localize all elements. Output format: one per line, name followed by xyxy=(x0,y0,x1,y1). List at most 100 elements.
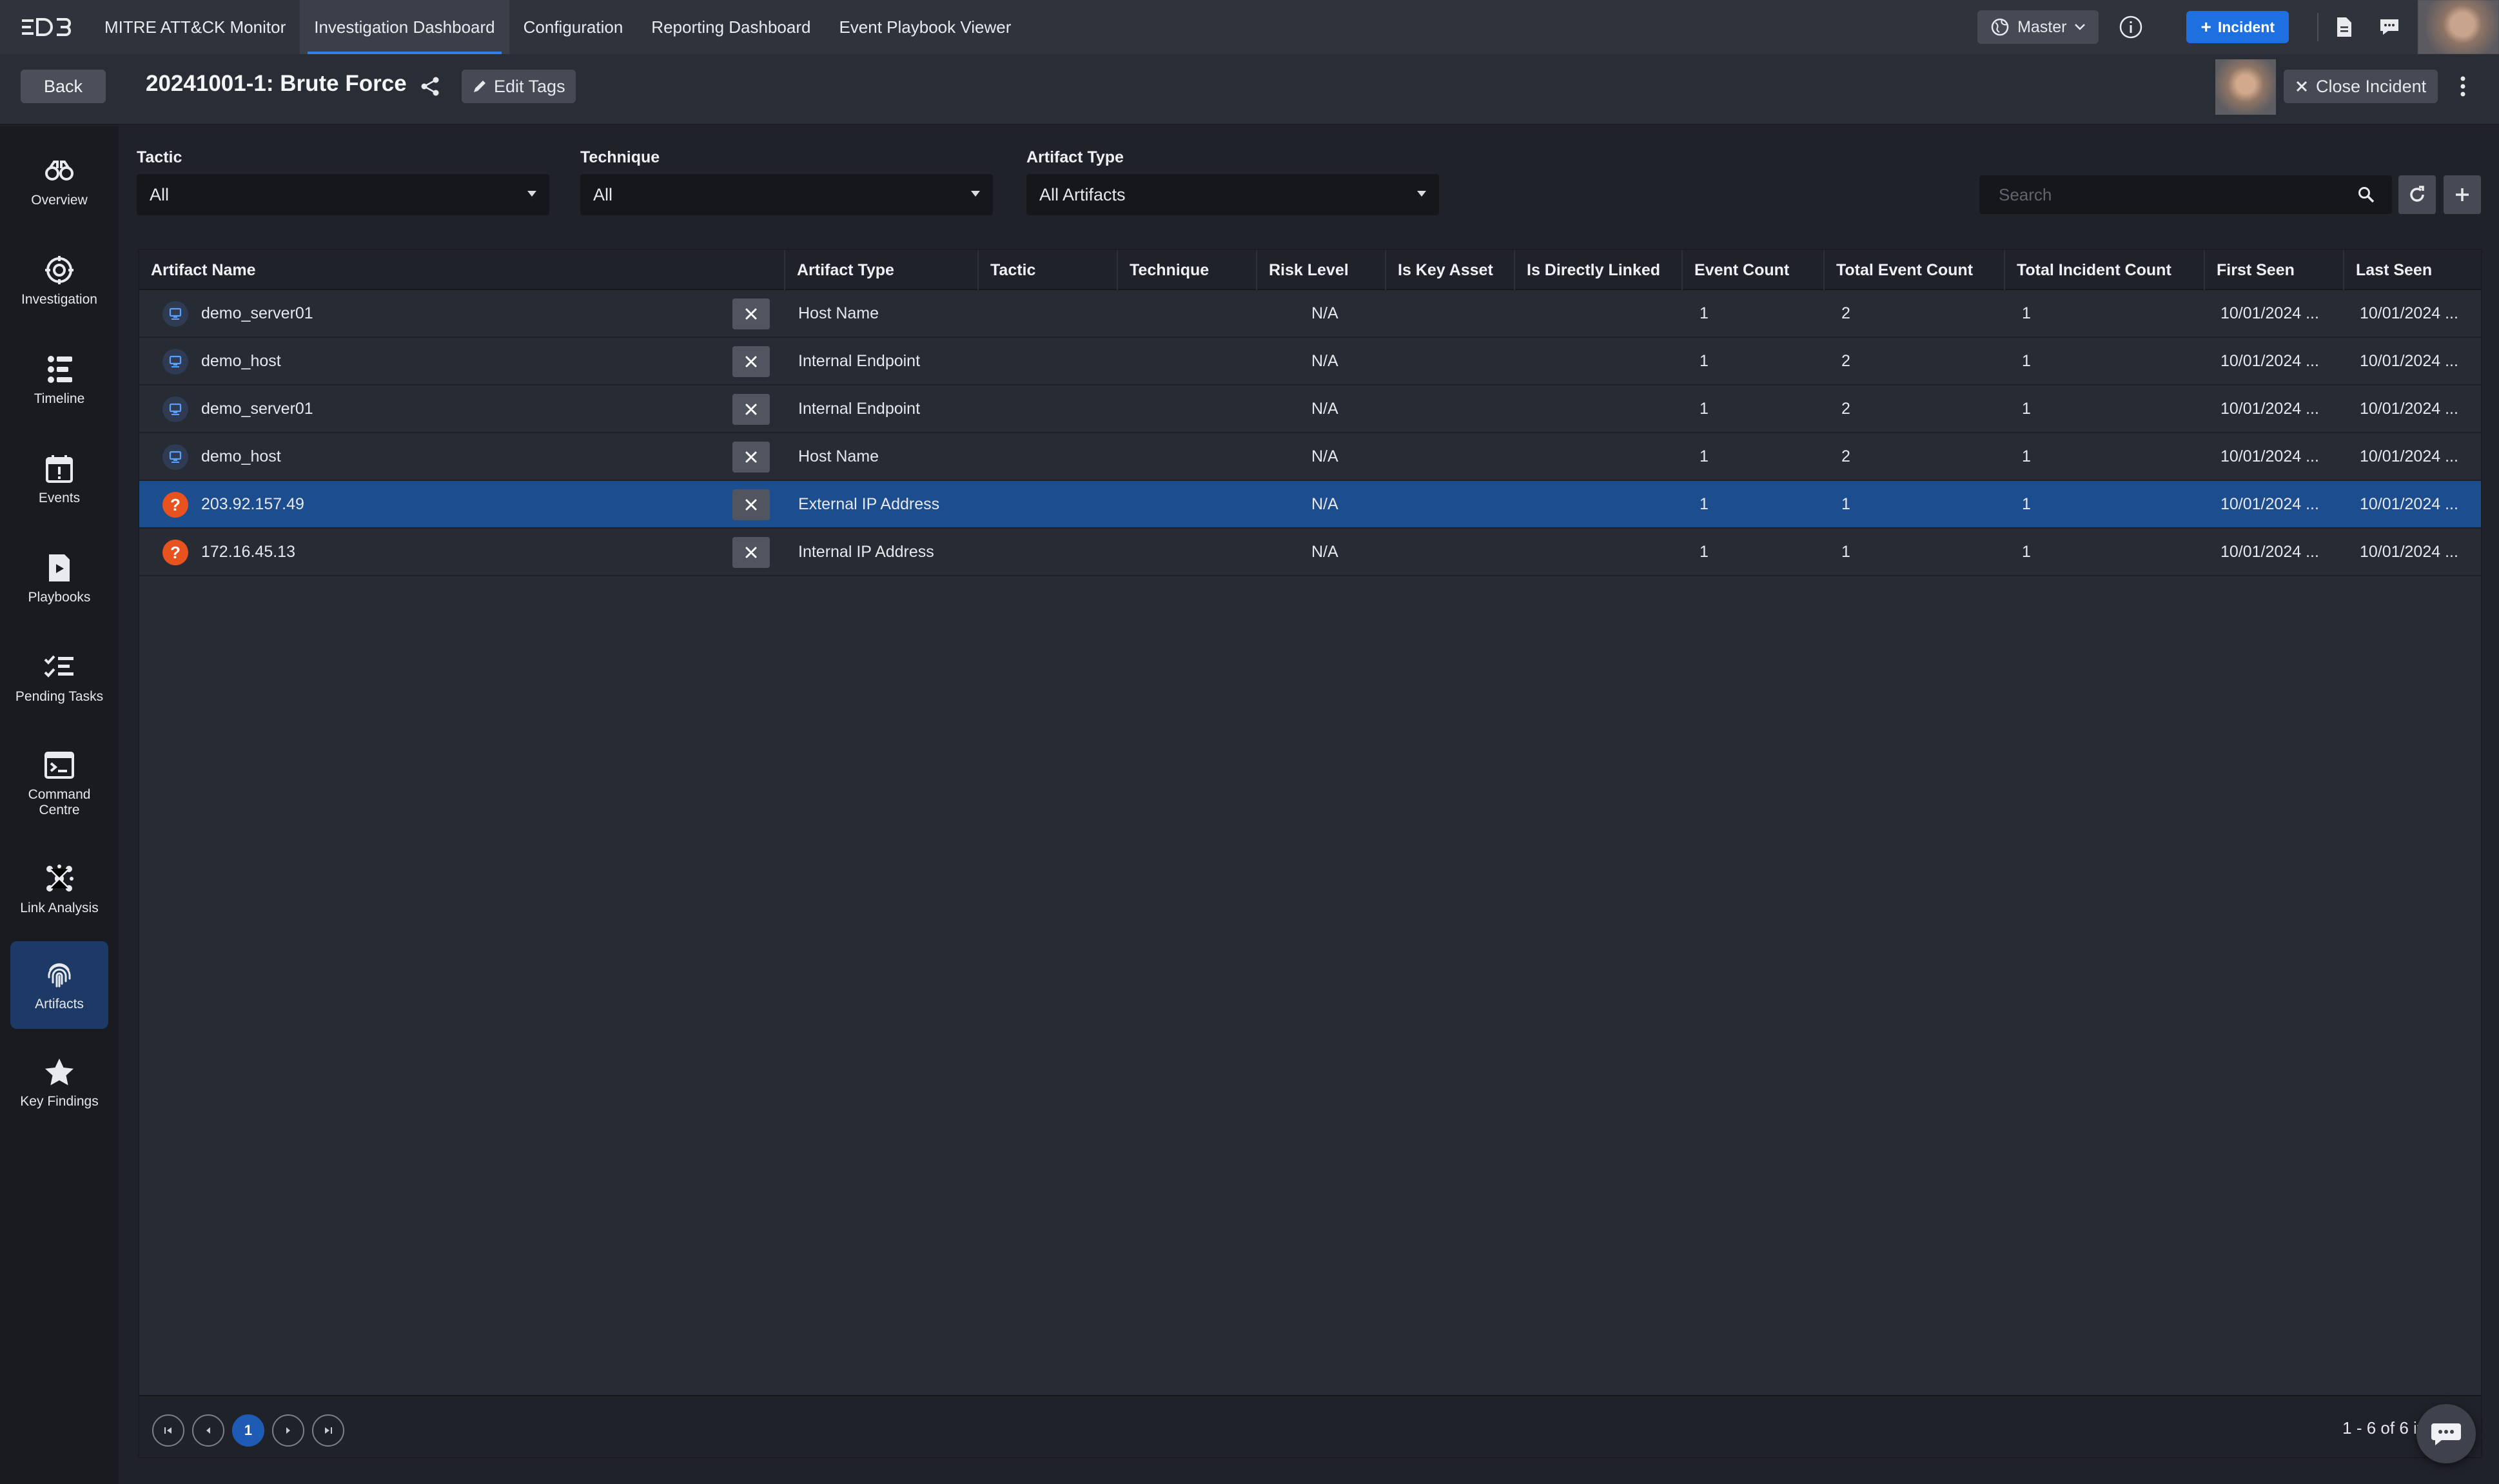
more-options-button[interactable] xyxy=(2450,73,2476,99)
next-page-button[interactable] xyxy=(272,1414,304,1447)
cell-artifact-name[interactable]: 203.92.157.49 xyxy=(201,481,717,527)
sidebar-item-pending-tasks[interactable]: Pending Tasks xyxy=(10,636,108,719)
column-header-first-seen[interactable]: First Seen xyxy=(2204,250,2343,290)
sidebar-item-playbooks[interactable]: Playbooks xyxy=(10,536,108,620)
cell-artifact-name[interactable]: demo_server01 xyxy=(201,290,717,337)
logo-icon xyxy=(22,18,71,36)
expand-artifact-button[interactable] xyxy=(732,537,770,568)
close-incident-button[interactable]: Close Incident xyxy=(2284,70,2438,103)
artifact-type-select[interactable]: All Artifacts xyxy=(1026,174,1439,215)
column-header-tactic[interactable]: Tactic xyxy=(977,250,1117,290)
expand-artifact-button[interactable] xyxy=(732,346,770,377)
page-button-current[interactable]: 1 xyxy=(232,1414,264,1447)
expand-artifact-button[interactable] xyxy=(732,394,770,425)
table-row[interactable]: ? 203.92.157.49 External IP Address N/A 1 1 1 1… xyxy=(139,481,2481,529)
add-incident-label: Incident xyxy=(2217,18,2275,35)
incident-owner-avatar[interactable] xyxy=(2215,59,2276,115)
column-header-event-count[interactable]: Event Count xyxy=(1681,250,1823,290)
column-header-risk-level[interactable]: Risk Level xyxy=(1256,250,1385,290)
cell-is-directly-linked xyxy=(1525,290,1680,337)
info-button[interactable] xyxy=(2114,10,2148,44)
column-header-artifact-type[interactable]: Artifact Type xyxy=(784,250,977,290)
cell-artifact-name[interactable]: demo_host xyxy=(201,338,717,384)
cell-artifact-name[interactable]: demo_server01 xyxy=(201,386,717,432)
share-button[interactable] xyxy=(418,73,444,99)
top-navigation: MITRE ATT&CK Monitor Investigation Dashb… xyxy=(0,0,2499,54)
nav-link-event-playbook-viewer[interactable]: Event Playbook Viewer xyxy=(825,0,1025,54)
d3-logo[interactable] xyxy=(21,15,76,39)
table-header: Artifact Name Artifact Type Tactic Techn… xyxy=(139,250,2481,290)
plus-icon xyxy=(2456,188,2469,201)
cell-artifact-type: External IP Address xyxy=(798,494,940,513)
nav-link-investigation-dashboard[interactable]: Investigation Dashboard xyxy=(300,0,509,54)
cell-total-event-count: 2 xyxy=(1841,399,1850,418)
add-incident-button[interactable]: + Incident xyxy=(2186,11,2289,43)
sidebar-item-label: Artifacts xyxy=(35,997,84,1011)
cell-risk-level: N/A xyxy=(1311,399,1338,418)
table-row[interactable]: demo_host Host Name N/A 1 2 1 10/01/2024 ... 10… xyxy=(139,433,2481,481)
nav-link-reporting-dashboard[interactable]: Reporting Dashboard xyxy=(637,0,825,54)
terminal-icon xyxy=(43,748,76,782)
artifact-search xyxy=(1979,175,2392,214)
cell-last-seen: 10/01/2024 ... xyxy=(2360,399,2458,418)
nav-link-mitre[interactable]: MITRE ATT&CK Monitor xyxy=(90,0,300,54)
documents-button[interactable] xyxy=(2328,10,2361,44)
back-button[interactable]: Back xyxy=(21,70,106,103)
column-header-total-incident-count[interactable]: Total Incident Count xyxy=(2004,250,2204,290)
add-artifact-button[interactable] xyxy=(2444,175,2481,214)
table-row[interactable]: ? 172.16.45.13 Internal IP Address N/A 1 1 1 10… xyxy=(139,529,2481,576)
column-header-last-seen[interactable]: Last Seen xyxy=(2343,250,2484,290)
cell-risk-level: N/A xyxy=(1311,494,1338,513)
cell-event-count: 1 xyxy=(1700,447,1709,465)
technique-select[interactable]: All xyxy=(580,174,993,215)
sidebar-item-label: Link Analysis xyxy=(20,901,99,915)
table-row[interactable]: demo_server01 Host Name N/A 1 2 1 10/01/2024 .… xyxy=(139,290,2481,338)
table-row[interactable]: demo_server01 Internal Endpoint N/A 1 2 1 10/0… xyxy=(139,386,2481,433)
expand-artifact-button[interactable] xyxy=(732,298,770,329)
refresh-button[interactable] xyxy=(2398,175,2436,214)
column-header-artifact-name[interactable]: Artifact Name xyxy=(139,250,784,290)
column-header-total-event-count[interactable]: Total Event Count xyxy=(1823,250,2004,290)
search-icon[interactable] xyxy=(2357,186,2375,207)
site-selector[interactable]: Master xyxy=(1977,10,2099,44)
chevron-left-icon xyxy=(206,1427,210,1434)
document-icon xyxy=(2337,17,2351,37)
cell-risk-level: N/A xyxy=(1311,304,1338,322)
cell-last-seen: 10/01/2024 ... xyxy=(2360,351,2458,370)
sidebar-item-overview[interactable]: Overview xyxy=(10,139,108,223)
cell-technique xyxy=(1128,433,1257,480)
sidebar-item-investigation[interactable]: Investigation xyxy=(10,239,108,322)
cell-first-seen: 10/01/2024 ... xyxy=(2220,351,2319,370)
sidebar-item-link-analysis[interactable]: Link Analysis xyxy=(10,847,108,931)
column-header-technique[interactable]: Technique xyxy=(1117,250,1256,290)
chat-assistant-button[interactable] xyxy=(2416,1404,2476,1463)
cell-technique xyxy=(1128,386,1257,432)
technique-filter-label: Technique xyxy=(580,148,660,166)
binoculars-icon xyxy=(43,154,76,188)
sidebar-item-artifacts[interactable]: Artifacts xyxy=(10,941,108,1029)
column-header-is-directly-linked[interactable]: Is Directly Linked xyxy=(1514,250,1681,290)
messages-button[interactable] xyxy=(2373,10,2406,44)
cell-artifact-name[interactable]: 172.16.45.13 xyxy=(201,529,717,575)
table-row[interactable]: demo_host Internal Endpoint N/A 1 2 1 10/01/20… xyxy=(139,338,2481,386)
search-input[interactable] xyxy=(1999,184,2334,205)
sidebar-item-command-centre[interactable]: Command Centre xyxy=(10,735,108,832)
first-page-button[interactable] xyxy=(152,1414,184,1447)
expand-artifact-button[interactable] xyxy=(732,442,770,473)
expand-artifact-button[interactable] xyxy=(732,489,770,520)
cell-artifact-name[interactable]: demo_host xyxy=(201,433,717,480)
edit-tags-button[interactable]: Edit Tags xyxy=(462,70,576,103)
cell-total-event-count: 2 xyxy=(1841,351,1850,370)
column-header-is-key-asset[interactable]: Is Key Asset xyxy=(1385,250,1514,290)
tactic-select[interactable]: All xyxy=(137,174,549,215)
cell-is-directly-linked xyxy=(1525,386,1680,432)
sidebar-item-key-findings[interactable]: Key Findings xyxy=(10,1040,108,1124)
cell-first-seen: 10/01/2024 ... xyxy=(2220,494,2319,513)
sidebar-item-events[interactable]: Events xyxy=(10,437,108,521)
last-page-button[interactable] xyxy=(312,1414,344,1447)
sidebar-item-timeline[interactable]: Timeline xyxy=(10,338,108,422)
prev-page-button[interactable] xyxy=(192,1414,224,1447)
nav-link-configuration[interactable]: Configuration xyxy=(509,0,638,54)
user-avatar[interactable] xyxy=(2418,0,2499,54)
pagination-info: 1 - 6 of 6 it xyxy=(2342,1418,2422,1438)
